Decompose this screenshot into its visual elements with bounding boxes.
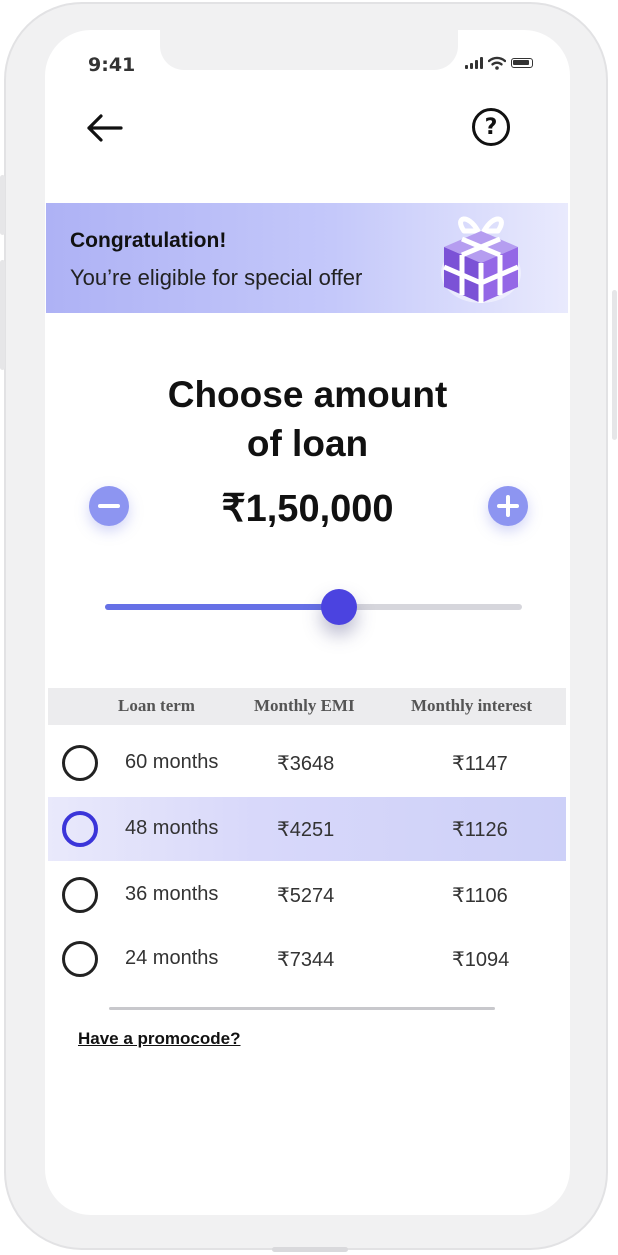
header-monthly-interest: Monthly interest	[411, 696, 533, 715]
cell-monthly-interest: ₹1147	[452, 753, 508, 775]
cell-monthly-interest: ₹1106	[452, 885, 508, 907]
page-title-line-1: Choose amount	[167, 374, 448, 415]
status-icons	[465, 56, 533, 70]
signal-icon	[465, 57, 483, 69]
amount-slider-fill	[105, 604, 339, 610]
table-row[interactable]: 24 months ₹7344 ₹1094	[48, 927, 566, 991]
promocode-link[interactable]: Have a promocode?	[78, 1029, 241, 1049]
divider	[109, 1007, 495, 1010]
app-screen: 9:41 ? Congratulation! You’re eligible f…	[45, 30, 570, 1215]
cell-monthly-emi: ₹3648	[277, 753, 335, 775]
arrow-left-icon	[87, 114, 123, 142]
cell-loan-term: 36 months	[125, 883, 219, 905]
page-title: Choose amount of loan	[45, 370, 570, 468]
table-row[interactable]: 48 months ₹4251 ₹1126	[48, 797, 566, 861]
home-indicator	[272, 1247, 348, 1252]
wifi-icon	[488, 56, 506, 70]
back-button[interactable]	[85, 110, 125, 146]
header-loan-term: Loan term	[118, 696, 195, 715]
amount-slider-track[interactable]	[105, 604, 522, 610]
question-circle-icon: ?	[484, 114, 498, 140]
battery-icon	[511, 58, 533, 68]
banner-title: Congratulation!	[70, 229, 227, 252]
cell-monthly-interest: ₹1094	[452, 949, 510, 971]
term-radio[interactable]	[62, 811, 98, 847]
gift-box-icon	[441, 216, 521, 303]
cell-loan-term: 24 months	[125, 947, 219, 969]
table-row[interactable]: 60 months ₹3648 ₹1147	[48, 731, 566, 795]
term-radio[interactable]	[62, 745, 98, 781]
side-button-right	[612, 290, 617, 440]
term-radio[interactable]	[62, 877, 98, 913]
term-radio[interactable]	[62, 941, 98, 977]
increase-amount-button[interactable]	[488, 486, 528, 526]
side-button-left-2	[0, 260, 5, 370]
phone-notch	[160, 30, 458, 70]
offer-banner: Congratulation! You’re eligible for spec…	[46, 203, 568, 313]
page-title-line-2: of loan	[246, 423, 369, 464]
help-button[interactable]: ?	[472, 108, 510, 146]
cell-monthly-emi: ₹7344	[277, 949, 335, 971]
table-row[interactable]: 36 months ₹5274 ₹1106	[48, 863, 566, 927]
cell-loan-term: 60 months	[125, 751, 219, 773]
status-time: 9:41	[88, 54, 136, 76]
table-header: Loan term Monthly EMI Monthly interest	[48, 688, 566, 725]
cell-monthly-emi: ₹5274	[277, 885, 335, 907]
cell-loan-term: 48 months	[125, 817, 219, 839]
header-monthly-emi: Monthly EMI	[254, 696, 355, 715]
banner-subtitle: You’re eligible for special offer	[70, 265, 363, 290]
cell-monthly-interest: ₹1126	[452, 819, 508, 841]
side-button-left	[0, 175, 5, 235]
cell-monthly-emi: ₹4251	[277, 819, 335, 841]
amount-slider-thumb[interactable]	[320, 589, 357, 625]
